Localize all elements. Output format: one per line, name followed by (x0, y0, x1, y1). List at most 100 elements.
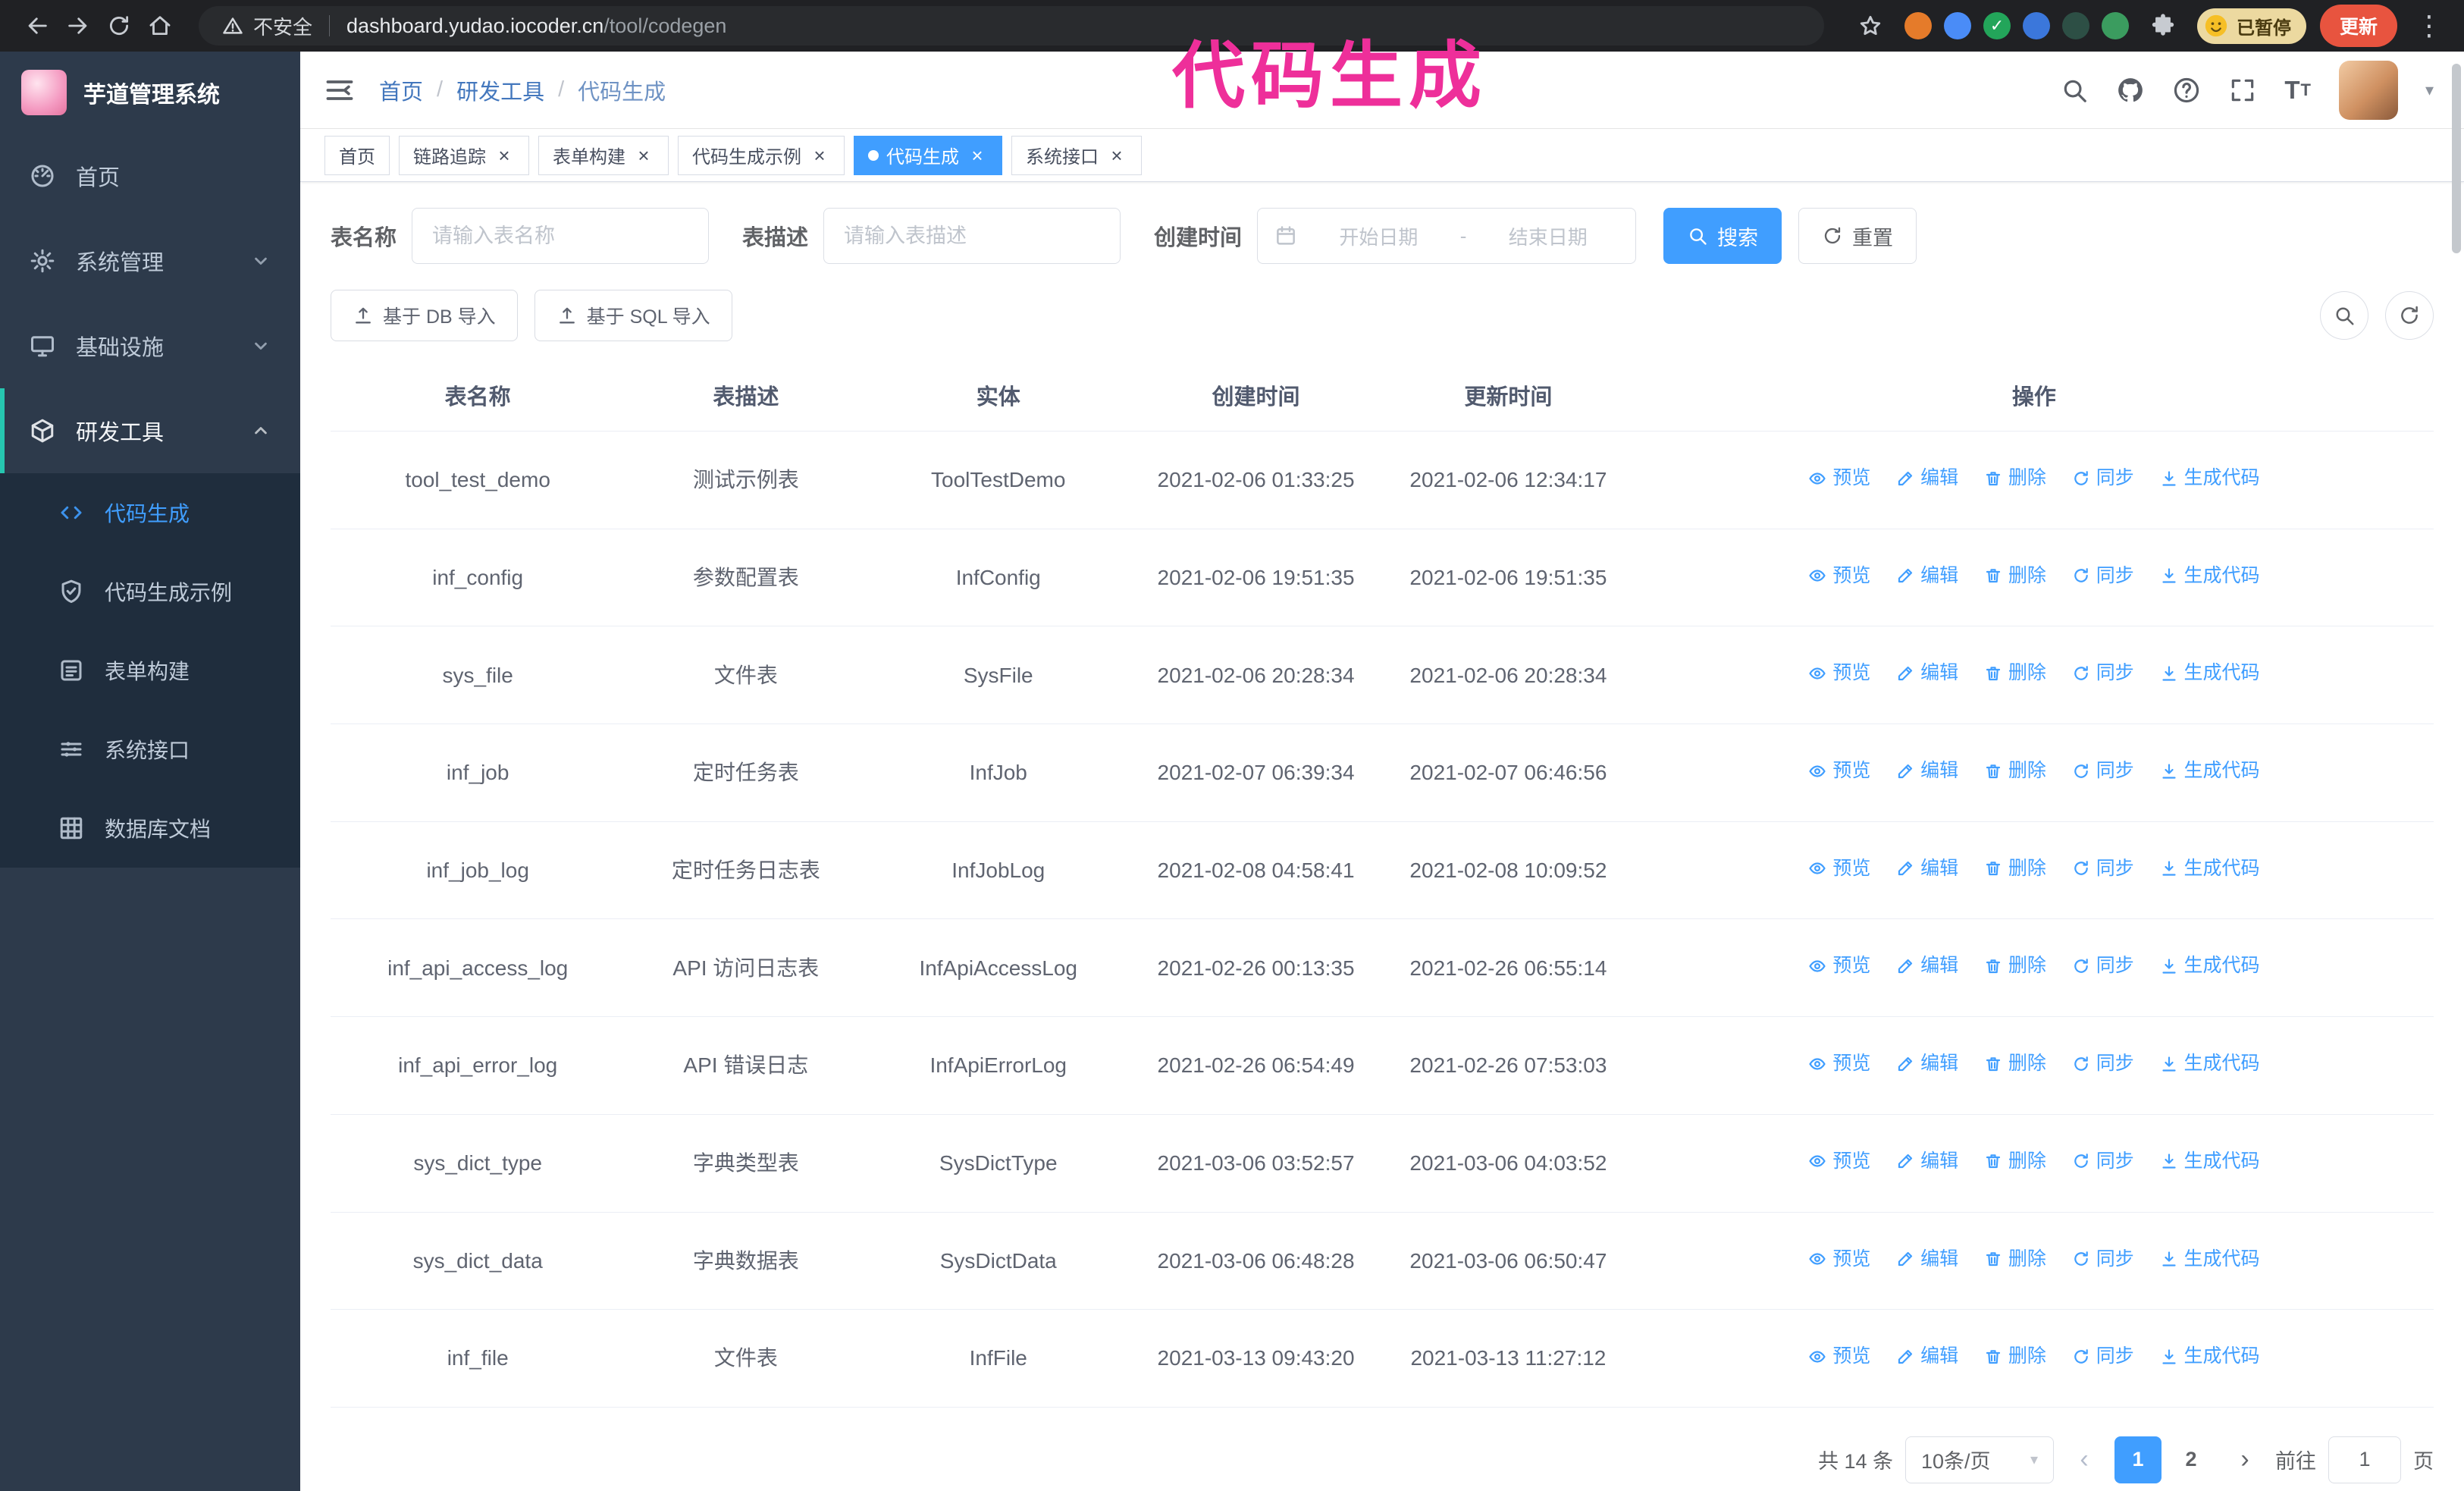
avatar-caret-icon[interactable]: ▾ (2425, 80, 2434, 100)
edit-link[interactable]: 编辑 (1896, 660, 1958, 686)
logo[interactable]: 芋道管理系统 (0, 52, 300, 133)
tab-close-icon[interactable]: × (494, 145, 515, 166)
edit-link[interactable]: 编辑 (1896, 465, 1958, 491)
tab-close-icon[interactable]: × (967, 145, 988, 166)
browser-update-button[interactable]: 更新 (2319, 5, 2397, 47)
extension-icon[interactable] (2022, 12, 2050, 39)
preview-link[interactable]: 预览 (1808, 953, 1870, 979)
generate-code-link[interactable]: 生成代码 (2160, 1050, 2260, 1077)
profile-paused-badge[interactable]: 已暂停 (2196, 8, 2306, 44)
extension-icon[interactable] (2101, 12, 2129, 39)
breadcrumb-item[interactable]: 研发工具 / (456, 74, 578, 106)
edit-link[interactable]: 编辑 (1896, 953, 1958, 979)
sync-link[interactable]: 同步 (2072, 660, 2134, 686)
generate-code-link[interactable]: 生成代码 (2160, 1343, 2260, 1370)
sync-link[interactable]: 同步 (2072, 1246, 2134, 1273)
delete-link[interactable]: 删除 (1984, 465, 2046, 491)
address-bar[interactable]: 不安全 dashboard.yudao.iocoder.cn /tool/cod… (199, 6, 1824, 46)
header-search-icon[interactable] (2060, 76, 2089, 105)
preview-link[interactable]: 预览 (1808, 855, 1870, 882)
sync-link[interactable]: 同步 (2072, 1343, 2134, 1370)
preview-link[interactable]: 预览 (1808, 563, 1870, 589)
delete-link[interactable]: 删除 (1984, 1343, 2046, 1370)
table-desc-input[interactable] (823, 208, 1121, 264)
delete-link[interactable]: 删除 (1984, 1050, 2046, 1077)
extension-icon[interactable] (1904, 12, 1932, 39)
sync-link[interactable]: 同步 (2072, 1148, 2134, 1175)
page-number-button[interactable]: 2 (2168, 1436, 2215, 1483)
delete-link[interactable]: 删除 (1984, 855, 2046, 882)
page-number-button[interactable]: 1 (2114, 1436, 2161, 1483)
bookmark-star-icon[interactable] (1850, 5, 1891, 46)
tab[interactable]: 链路追踪 × (399, 135, 529, 175)
breadcrumb-item[interactable]: 代码生成 / (578, 74, 666, 106)
edit-link[interactable]: 编辑 (1896, 1343, 1958, 1370)
sync-link[interactable]: 同步 (2072, 855, 2134, 882)
generate-code-link[interactable]: 生成代码 (2160, 1148, 2260, 1175)
extension-icon[interactable] (1943, 12, 1971, 39)
browser-menu-icon[interactable]: ⋮ (2411, 10, 2447, 42)
extension-icon[interactable] (2061, 12, 2089, 39)
sync-link[interactable]: 同步 (2072, 953, 2134, 979)
reset-button[interactable]: 重置 (1798, 208, 1917, 264)
help-icon[interactable] (2172, 76, 2201, 105)
sync-link[interactable]: 同步 (2072, 465, 2134, 491)
tab[interactable]: 系统接口 × (1011, 135, 1142, 175)
font-size-icon[interactable]: TT (2284, 76, 2312, 105)
edit-link[interactable]: 编辑 (1896, 1050, 1958, 1077)
generate-code-link[interactable]: 生成代码 (2160, 855, 2260, 882)
preview-link[interactable]: 预览 (1808, 465, 1870, 491)
sidebar-menu-item[interactable]: 系统管理 (0, 218, 300, 303)
refresh-table-button[interactable] (2385, 291, 2434, 340)
back-icon[interactable] (17, 5, 58, 46)
sidebar-menu-item[interactable]: 代码生成示例 (0, 552, 300, 631)
date-range-picker[interactable]: 开始日期 - 结束日期 (1257, 208, 1637, 264)
generate-code-link[interactable]: 生成代码 (2160, 660, 2260, 686)
next-page-button[interactable]: › (2227, 1436, 2263, 1483)
preview-link[interactable]: 预览 (1808, 1050, 1870, 1077)
page-size-select[interactable]: 10条/页 ▾ (1905, 1436, 2054, 1483)
sync-link[interactable]: 同步 (2072, 758, 2134, 784)
sidebar-menu-item[interactable]: 代码生成 (0, 473, 300, 552)
generate-code-link[interactable]: 生成代码 (2160, 465, 2260, 491)
forward-icon[interactable] (58, 5, 99, 46)
user-avatar[interactable] (2338, 60, 2398, 120)
generate-code-link[interactable]: 生成代码 (2160, 758, 2260, 784)
generate-code-link[interactable]: 生成代码 (2160, 953, 2260, 979)
sidebar-menu-item[interactable]: 系统接口 (0, 710, 300, 789)
search-button[interactable]: 搜索 (1663, 208, 1782, 264)
preview-link[interactable]: 预览 (1808, 1148, 1870, 1175)
tab-close-icon[interactable]: × (1106, 145, 1127, 166)
fullscreen-icon[interactable] (2228, 76, 2257, 105)
sidebar-toggle-icon[interactable] (300, 74, 379, 107)
delete-link[interactable]: 删除 (1984, 563, 2046, 589)
sync-link[interactable]: 同步 (2072, 563, 2134, 589)
tab[interactable]: 表单构建 × (538, 135, 669, 175)
sync-link[interactable]: 同步 (2072, 1050, 2134, 1077)
import-sql-button[interactable]: 基于 SQL 导入 (534, 290, 732, 341)
delete-link[interactable]: 删除 (1984, 953, 2046, 979)
sidebar-menu-item[interactable]: 表单构建 (0, 631, 300, 710)
sidebar-menu-item[interactable]: 基础设施 (0, 303, 300, 388)
delete-link[interactable]: 删除 (1984, 1246, 2046, 1273)
extensions-puzzle-icon[interactable] (2143, 5, 2183, 46)
scrollbar-thumb[interactable] (2452, 64, 2461, 253)
reload-icon[interactable] (99, 5, 140, 46)
sidebar-menu-item[interactable]: 数据库文档 (0, 789, 300, 868)
delete-link[interactable]: 删除 (1984, 660, 2046, 686)
tab[interactable]: 首页 (324, 135, 390, 175)
preview-link[interactable]: 预览 (1808, 1246, 1870, 1273)
tab[interactable]: 代码生成示例 × (678, 135, 845, 175)
edit-link[interactable]: 编辑 (1896, 1246, 1958, 1273)
edit-link[interactable]: 编辑 (1896, 855, 1958, 882)
preview-link[interactable]: 预览 (1808, 758, 1870, 784)
generate-code-link[interactable]: 生成代码 (2160, 1246, 2260, 1273)
tab[interactable]: 代码生成 × (854, 135, 1002, 175)
github-icon[interactable] (2116, 76, 2145, 105)
edit-link[interactable]: 编辑 (1896, 1148, 1958, 1175)
preview-link[interactable]: 预览 (1808, 660, 1870, 686)
sidebar-menu-item[interactable]: 首页 (0, 133, 300, 218)
delete-link[interactable]: 删除 (1984, 758, 2046, 784)
goto-page-input[interactable] (2328, 1436, 2401, 1483)
generate-code-link[interactable]: 生成代码 (2160, 563, 2260, 589)
